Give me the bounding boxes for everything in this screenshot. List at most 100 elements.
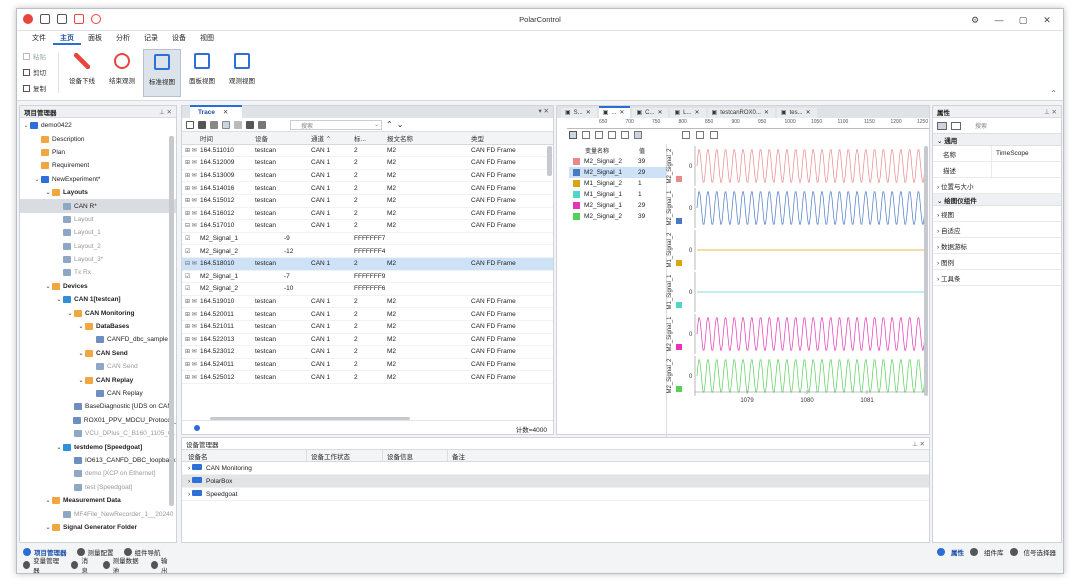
pin-icon[interactable]: ⊥ ✕ [159,108,172,116]
table-row[interactable]: ⊞ ✉ 164.525012 testcan CAN 1 2 M2 CAN FD Frame [182,371,553,384]
ribbon-button[interactable]: 结束观测 [103,49,141,97]
signal-row[interactable]: ☑ M2_Signal_2 -12 FFFFFFF4 [182,245,553,258]
scope-scrollbar[interactable] [924,146,928,396]
property-group[interactable]: › 图例 [933,254,1061,270]
table-row[interactable]: ⊞ ✉ 164.512009 testcan CAN 1 2 M2 CAN FD Frame [182,157,553,170]
ribbon-button[interactable]: 面板视图 [183,49,221,97]
chevron-down-icon[interactable]: ⌄ [44,524,52,531]
tree-node[interactable]: ⌄ CAN Replay [20,373,176,386]
tree-node[interactable]: ⌄ Devices [20,280,176,293]
scope-tab[interactable]: ▣ S... ✕ [561,108,597,118]
table-row[interactable]: ⊟ ✉ 164.517010 testcan CAN 1 2 M2 CAN FD Frame [182,220,553,233]
trace-search-input[interactable]: 搜索 ⌄ [290,119,382,130]
expand-icon[interactable]: ⊞ ✉ [182,311,200,318]
table-row[interactable]: ⊞ ✉ 164.524011 testcan CAN 1 2 M2 CAN FD Frame [182,359,553,372]
tab-close-icon[interactable]: ✕ [619,109,624,116]
tree-node[interactable]: Description [20,132,176,145]
legend-row[interactable]: M2_Signal_1 29 [569,200,666,211]
table-row[interactable]: ⊞ ✉ 164.522013 testcan CAN 1 2 M2 CAN FD Frame [182,334,553,347]
maximize-button[interactable]: ▢ [1011,12,1035,28]
column-header[interactable]: 设备工作状态 [306,450,382,461]
expand-icon[interactable]: ⊟ ✉ [182,222,200,229]
expand-icon[interactable]: ⊟ ✉ [182,260,200,267]
tree-node[interactable]: BaseDiagnostic [UDS on CAN [20,400,176,413]
expand-icon[interactable]: ⊞ ✉ [182,348,200,355]
expand-icon[interactable]: ⊞ ✉ [182,185,200,192]
tree-node[interactable]: ⌄ testdemo [Speedgoat] [20,440,176,453]
tree-node[interactable]: ⌄ DataBases [20,320,176,333]
settings-table-icon[interactable] [246,120,254,129]
legend-row[interactable]: M2_Signal_1 29 [569,167,666,178]
tree-node[interactable]: ⌄ demo0422 [20,119,176,132]
legend-row[interactable]: M1_Signal_1 1 [569,189,666,200]
menu-item[interactable]: 面板 [81,31,109,45]
tree-node[interactable]: CAN Send [20,360,176,373]
alphabetical-view-icon[interactable] [951,121,961,130]
tab-close-icon[interactable]: ✕ [806,109,811,116]
tree-node[interactable]: demo [XCP on Ethernet] [20,467,176,480]
scope-tab[interactable]: ▣ C... ✕ [632,108,669,118]
property-section[interactable]: ⌄ 通用 [933,134,1061,146]
chevron-down-icon[interactable]: ⌄ [77,350,85,357]
expand-icon[interactable]: ⊞ ✉ [182,374,200,381]
tree-node[interactable]: ⌄ Measurement Data [20,494,176,507]
chevron-down-icon[interactable]: ⌄ [22,122,30,129]
property-group[interactable]: › 数据游标 [933,238,1061,254]
tree-node[interactable]: ⌄ Signal Generator Folder [20,521,176,534]
filter-icon[interactable] [186,120,194,129]
chevron-down-icon[interactable]: ⌄ [55,296,63,303]
signal-row[interactable]: ☑ M2_Signal_2 -10 FFFFFFF6 [182,283,553,296]
close-button[interactable]: ✕ [1035,12,1059,28]
expand-icon[interactable]: ⊞ ✉ [182,210,200,217]
device-row[interactable]: › Speedgoat [182,488,929,501]
chevron-down-icon[interactable]: ⌄ [44,497,52,504]
cursor-icon[interactable] [595,131,603,139]
bottom-tab[interactable]: 组件库 [984,547,1004,557]
tab-trace[interactable]: Trace ✕ [190,105,243,118]
column-header[interactable]: 设备 [255,133,311,143]
delta-time-icon[interactable] [210,120,218,129]
tab-close-icon[interactable]: ✕ [695,109,700,116]
expand-icon[interactable]: ⊞ ✉ [182,197,200,204]
table-row[interactable]: ⊞ ✉ 164.516012 testcan CAN 1 2 M2 CAN FD Frame [182,208,553,221]
ribbon-small-button[interactable]: 剪切 [23,67,46,77]
chevron-down-icon[interactable]: ⌄ [44,189,52,196]
tree-node[interactable]: ⌄ CAN Send [20,347,176,360]
capture-icon[interactable] [710,131,718,139]
tree-node[interactable]: test [Speedgoat] [20,481,176,494]
property-row[interactable]: 描述 [933,162,1061,178]
column-header[interactable]: 设备名 [182,451,306,461]
tree-node[interactable]: Layout_1 [20,226,176,239]
column-header[interactable]: 报文名称 [387,133,471,143]
menu-item[interactable]: 文件 [25,31,53,45]
tree-node[interactable]: IO613_CANFD_DBC_loopback [20,454,176,467]
collapse-ribbon-icon[interactable]: ⌃ [1050,89,1057,98]
scope-tab[interactable]: ▣ L... ✕ [670,108,706,118]
column-header[interactable]: 设备信息 [382,450,447,461]
properties-search-input[interactable]: 搜索 [975,121,987,130]
column-header[interactable]: 备注 [447,450,507,461]
expand-icon[interactable]: ⊞ ✉ [182,172,200,179]
signal-row[interactable]: ☑ M2_Signal_1 -7 FFFFFFF9 [182,271,553,284]
column-header[interactable]: 时间 [200,133,255,143]
bottom-tab[interactable]: 测量数据池 [113,555,142,574]
expand-icon[interactable]: ⊞ ✉ [182,336,200,343]
expand-icon[interactable]: ⊞ ✉ [182,361,200,368]
table-row[interactable]: ⊞ ✉ 164.520011 testcan CAN 1 2 M2 CAN FD Frame [182,308,553,321]
trace-scrollbar[interactable] [547,146,552,176]
bottom-tab[interactable]: 变量管理器 [33,555,62,574]
tree-node[interactable]: CANFD_dbc_sample [20,333,176,346]
search-up-icon[interactable]: ⌃ [386,120,393,129]
property-section[interactable]: ⌄ 绘图仪组件 [933,194,1061,206]
tree-node[interactable]: ROX01_PPV_MDCU_Protocol_ [20,414,176,427]
table-row[interactable]: ⊞ ✉ 164.519010 testcan CAN 1 2 M2 CAN FD Frame [182,296,553,309]
legend-row[interactable]: M2_Signal_2 39 [569,156,666,167]
tree-node[interactable]: Layout [20,213,176,226]
tree-node[interactable]: MF4File_NewRecorder_1__20240 [20,507,176,520]
tree-node[interactable]: Plan [20,146,176,159]
tree-node[interactable]: Layout_2 [20,240,176,253]
tree-node[interactable]: ⌄ CAN Monitoring [20,306,176,319]
trace-hscrollbar[interactable] [210,417,410,420]
pin-icon[interactable]: ⊥ ✕ [912,440,925,448]
legend-row[interactable]: M2_Signal_2 39 [569,211,666,222]
